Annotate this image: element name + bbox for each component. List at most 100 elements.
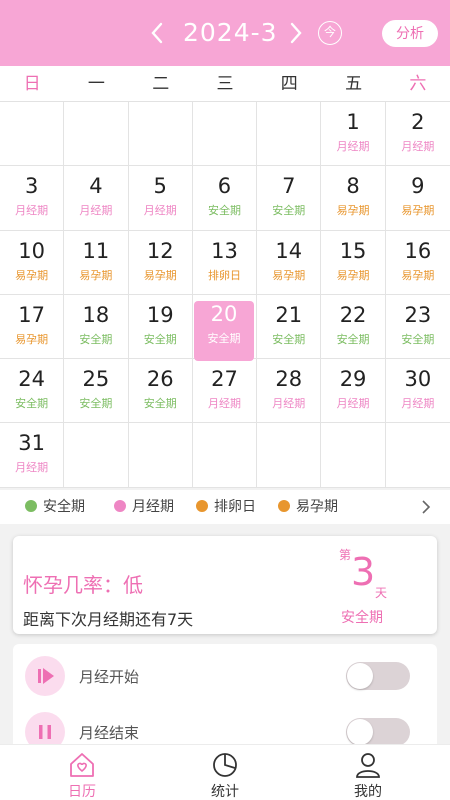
pie-chart-icon (213, 753, 237, 777)
day-phase-label: 安全期 (143, 332, 177, 346)
calendar-day[interactable]: 26 安全期 (128, 359, 193, 424)
calendar-day[interactable]: 24 安全期 (0, 359, 65, 424)
day-phase-label: 安全期 (143, 397, 177, 411)
calendar-day[interactable]: 31 月经期 (0, 423, 65, 488)
period-end-switch[interactable] (346, 718, 410, 746)
calendar-day[interactable]: 23 安全期 (385, 295, 450, 360)
pregnancy-chance: 怀孕几率：低 (23, 573, 143, 597)
calendar-day[interactable]: 5 月经期 (128, 166, 193, 231)
period-start-switch[interactable] (346, 662, 410, 690)
day-phase-label: 易孕期 (79, 268, 113, 282)
day-phase-label: 易孕期 (401, 204, 435, 218)
calendar-day[interactable]: 16 易孕期 (385, 231, 450, 295)
day-number: 16 (404, 238, 432, 263)
day-number: 21 (275, 302, 303, 327)
tab-bar: 日历 统计 我的 (0, 744, 450, 800)
calendar-day[interactable]: 2 月经期 (385, 102, 450, 167)
day-number: 23 (404, 302, 432, 327)
calendar-day[interactable]: 6 安全期 (192, 166, 258, 231)
calendar-day[interactable]: 25 安全期 (64, 359, 129, 424)
calendar-day[interactable]: 3 月经期 (0, 166, 65, 231)
calendar-day[interactable]: 22 安全期 (321, 294, 386, 360)
day-phase-label: 月经期 (15, 204, 49, 218)
calendar-empty-cell (128, 423, 193, 488)
day-phase-label: 月经期 (401, 140, 435, 153)
next-month-icon[interactable] (289, 22, 303, 44)
toggle-row-period-start: 月经开始 (13, 644, 437, 698)
status-card: 怀孕几率：低 距离下次月经期还有7天 第 3 天 安全期 (13, 536, 437, 634)
calendar-day[interactable]: 10 易孕期 (0, 230, 65, 295)
calendar-empty-cell (64, 102, 129, 167)
tab-statistics[interactable]: 统计 (150, 745, 300, 800)
day-phase-label: 月经期 (79, 204, 113, 218)
calendar-day[interactable]: 4 月经期 (64, 166, 129, 231)
calendar-empty-cell (128, 102, 193, 167)
day-phase-label: 安全期 (79, 332, 113, 346)
day-phase-label: 安全期 (336, 332, 370, 346)
calendar-day[interactable]: 21 安全期 (257, 294, 322, 360)
cycle-day-number: 3 (351, 550, 376, 594)
day-phase-label: 易孕期 (401, 268, 435, 282)
weekday-label: 一 (87, 74, 105, 94)
day-phase-label: 易孕期 (143, 268, 177, 282)
calendar-day[interactable]: 14 易孕期 (257, 230, 322, 295)
current-phase: 安全期 (341, 610, 383, 626)
day-number: 14 (275, 238, 303, 263)
calendar-day[interactable]: 28 月经期 (257, 359, 322, 424)
day-phase-label: 安全期 (79, 397, 113, 411)
prev-month-icon[interactable] (150, 22, 164, 44)
day-number: 8 (346, 174, 360, 199)
calendar-day[interactable]: 7 安全期 (257, 166, 322, 231)
day-phase-label: 易孕期 (336, 204, 370, 218)
calendar-day[interactable]: 17 易孕期 (0, 294, 65, 360)
calendar-day[interactable]: 18 安全期 (64, 294, 129, 360)
calendar-day[interactable]: 11 易孕期 (64, 230, 129, 295)
day-phase-label: 月经期 (336, 140, 370, 153)
calendar-day[interactable]: 19 安全期 (128, 294, 193, 360)
switch-knob (347, 663, 373, 689)
toggle-label: 月经开始 (79, 668, 140, 686)
calendar-day[interactable]: 12 易孕期 (128, 230, 193, 295)
today-icon[interactable]: 今 (318, 21, 342, 45)
tab-profile[interactable]: 我的 (293, 745, 443, 800)
header: 2024-3 今 分析 (0, 0, 450, 66)
calendar-grid: 1 月经期 2 月经期 3 月经期 4 月经期 5 月经期 6 安全期 7 安全期 8 易孕期 9 易孕期 10 易孕… (0, 102, 450, 488)
day-phase-label: 排卵日 (207, 268, 241, 282)
day-number: 18 (82, 302, 110, 327)
calendar-empty-cell (192, 102, 258, 167)
calendar-day[interactable]: 8 易孕期 (321, 166, 386, 231)
day-number: 13 (211, 238, 238, 263)
day-phase-label: 易孕期 (272, 268, 306, 282)
tab-calendar[interactable]: 日历 (7, 745, 157, 800)
period-toggles: 月经开始 月经结束 (13, 644, 437, 754)
calendar-day[interactable]: 1 月经期 (321, 102, 386, 167)
day-number: 7 (282, 174, 296, 199)
calendar-day[interactable]: 9 易孕期 (385, 166, 450, 231)
calendar-day[interactable]: 30 月经期 (385, 359, 450, 424)
play-icon (25, 656, 65, 696)
home-calendar-icon (70, 753, 94, 777)
fertile-dot-icon (278, 500, 290, 512)
calendar-empty-cell (192, 423, 258, 488)
calendar-day[interactable]: 15 易孕期 (321, 230, 386, 295)
calendar-day[interactable]: 29 月经期 (321, 359, 386, 424)
day-number: 2 (411, 110, 425, 134)
analyze-button[interactable]: 分析 (382, 20, 438, 47)
day-number: 11 (82, 238, 110, 263)
weekday-label: 六 (409, 74, 427, 94)
day-phase-label: 易孕期 (15, 268, 49, 282)
calendar-day[interactable]: 13 排卵日 (192, 230, 258, 295)
day-number: 9 (411, 174, 425, 199)
safe-dot-icon (25, 500, 37, 512)
calendar-empty-cell (321, 423, 386, 488)
calendar-empty-cell (257, 423, 322, 488)
calendar-day[interactable]: 20 安全期 (192, 294, 258, 362)
day-number: 24 (18, 367, 45, 392)
day-number: 22 (339, 302, 367, 327)
day-number: 1 (346, 110, 360, 134)
chevron-right-icon[interactable] (421, 499, 431, 515)
weekday-header: 日 一 二 三 四 五 六 (0, 66, 450, 102)
legend-period: 月经期 (114, 490, 174, 524)
day-phase-label: 安全期 (401, 332, 435, 346)
calendar-day[interactable]: 27 月经期 (192, 359, 258, 424)
